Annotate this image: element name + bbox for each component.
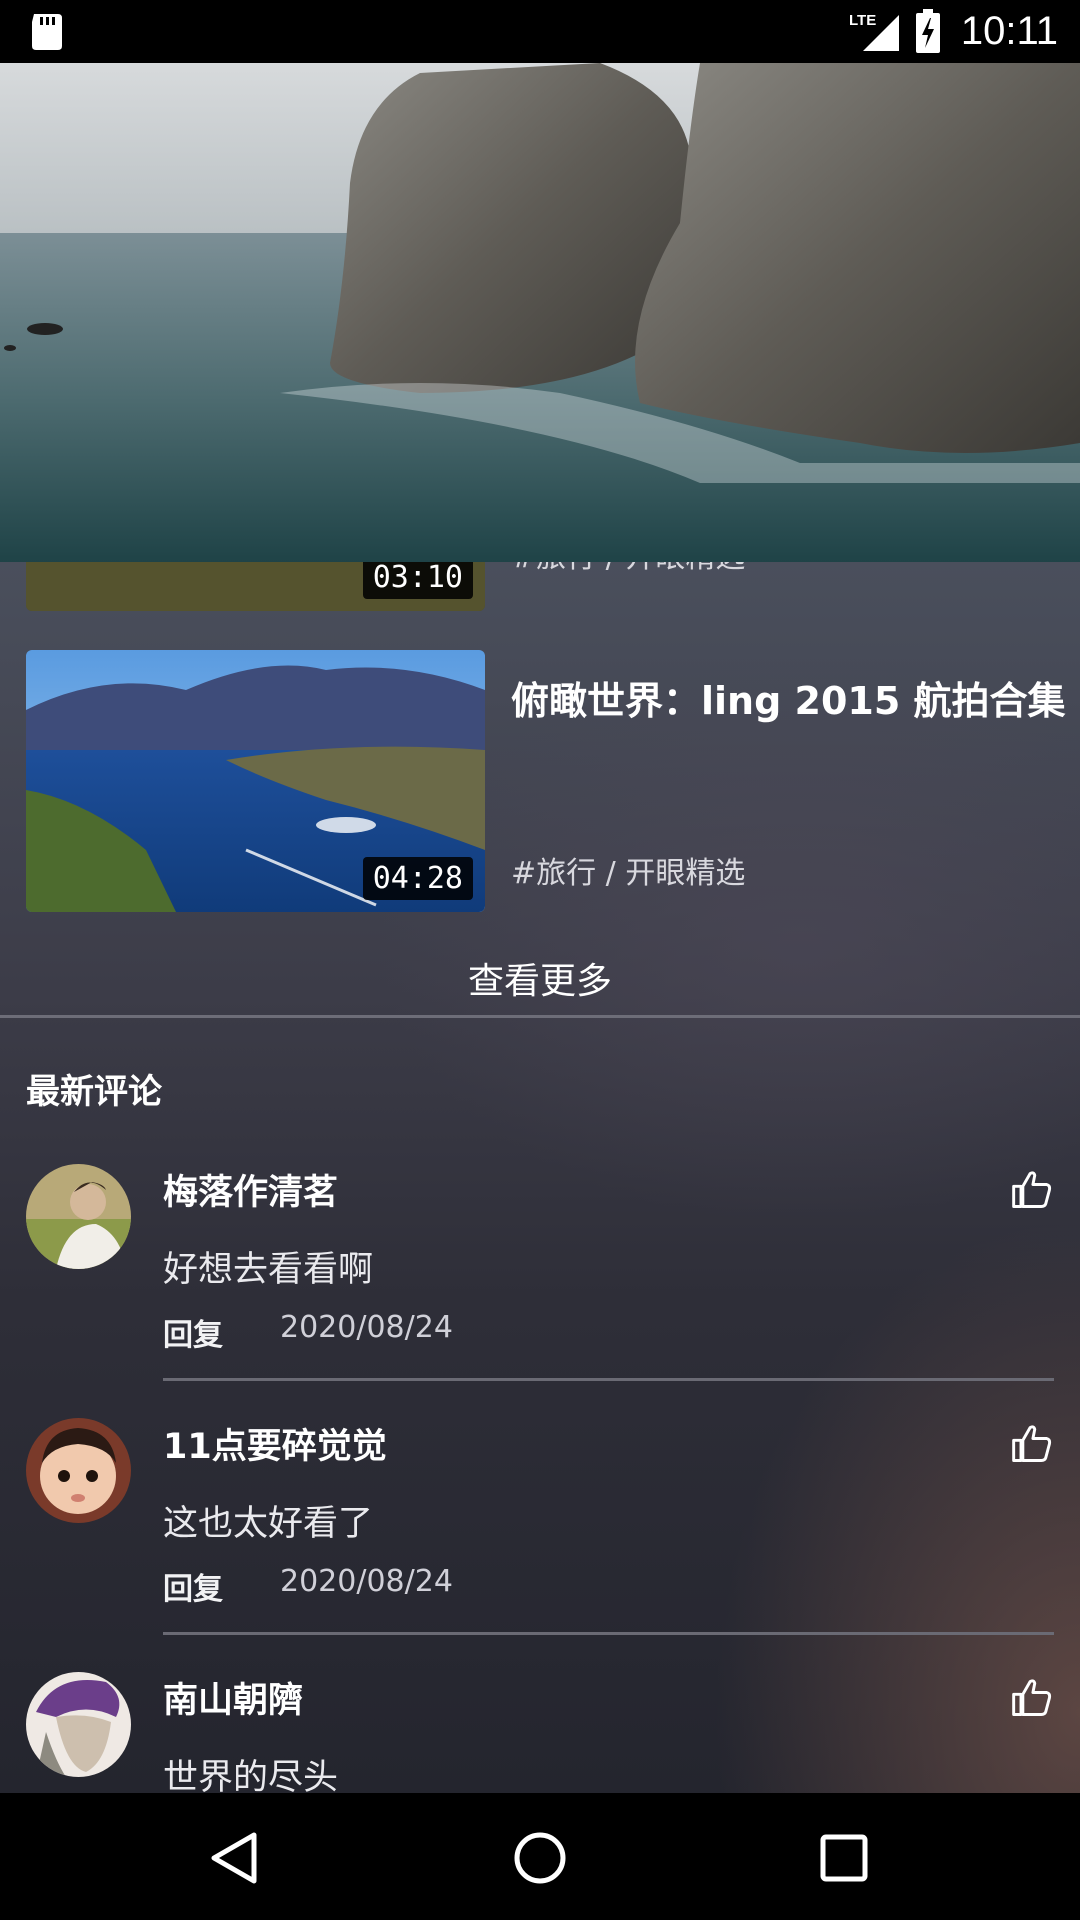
recents-icon[interactable] [809,1823,879,1893]
sd-card-icon [32,14,62,50]
battery-charging-icon [915,9,940,53]
video-tag[interactable]: #旅行 / 开眼精选 [511,848,745,892]
video-duration: 04:28 [362,857,473,900]
comment-author[interactable]: 南山朝隮 [163,1672,303,1723]
see-more-button[interactable]: 查看更多 [0,952,1080,1004]
video-thumbnail[interactable]: 04:28 [26,650,485,912]
thumbs-up-icon[interactable] [1010,1168,1054,1212]
thumbs-up-icon[interactable] [1010,1422,1054,1466]
comment-text: 世界的尽头 [163,1758,339,1793]
comment-text: 好想去看看啊 [163,1250,374,1290]
reply-button[interactable]: 回复 [163,1310,223,1354]
comment-date: 2020/08/24 [280,1564,453,1599]
status-bar: LTE 10:11 [0,0,1080,63]
video-duration: 03:10 [362,562,473,599]
back-icon[interactable] [200,1823,270,1893]
lte-signal-icon: LTE [849,12,899,51]
avatar-image [26,1418,131,1523]
video-player[interactable] [0,63,1080,562]
hero-image [0,63,1080,562]
content-panel[interactable]: 03:10 #旅行 / 开眼精选 [0,562,1080,1793]
reply-button[interactable]: 回复 [163,1564,223,1608]
network-type-label: LTE [849,12,876,29]
comment-date: 2020/08/24 [280,1310,453,1345]
avatar[interactable] [26,1164,131,1269]
status-time: 10:11 [960,8,1058,53]
thumbs-up-icon[interactable] [1010,1676,1054,1720]
divider [0,1015,1080,1018]
video-title[interactable]: 俯瞰世界：ling 2015 航拍合集 [511,670,1066,725]
navigation-bar [0,1793,1080,1920]
avatar-image [26,1164,131,1269]
avatar[interactable] [26,1672,131,1777]
comment-divider [163,1632,1054,1635]
avatar[interactable] [26,1418,131,1523]
video-tag[interactable]: #旅行 / 开眼精选 [511,562,745,576]
home-icon[interactable] [505,1823,575,1893]
comments-section-title: 最新评论 [26,1072,162,1112]
avatar-image [26,1672,131,1777]
comment-author[interactable]: 梅落作清茗 [163,1164,338,1215]
comment-text: 这也太好看了 [163,1504,374,1544]
video-thumbnail[interactable]: 03:10 [26,562,485,611]
comment-author[interactable]: 11点要碎觉觉 [163,1418,387,1469]
comment-divider [163,1378,1054,1381]
